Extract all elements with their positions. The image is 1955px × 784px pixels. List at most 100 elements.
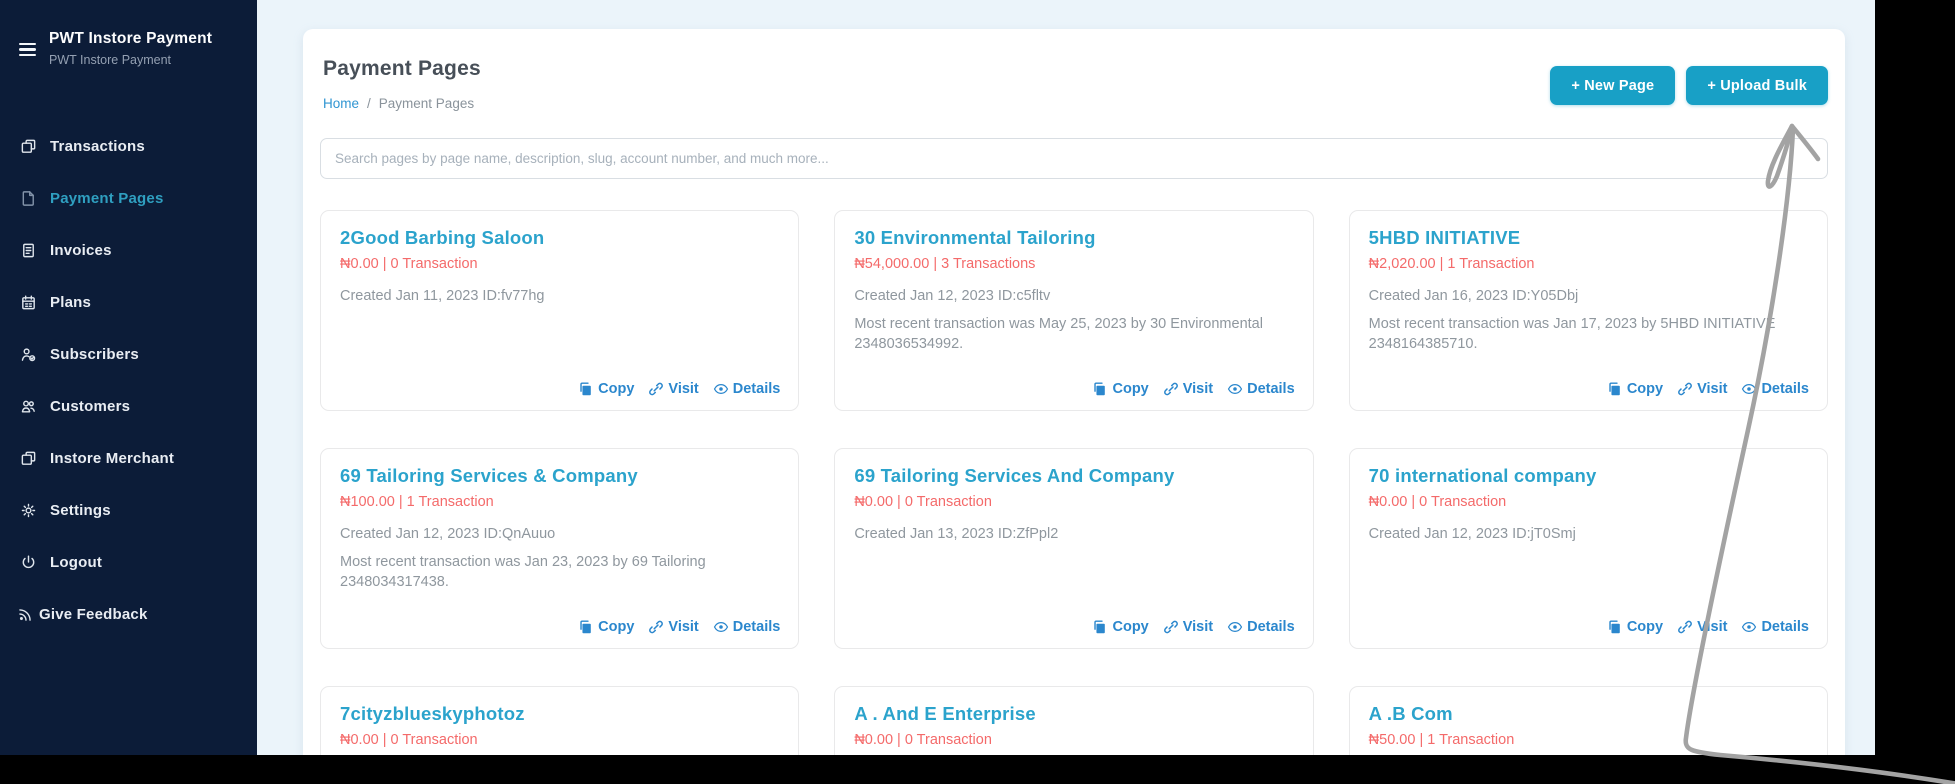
card-title[interactable]: 7cityzblueskyphotoz (340, 703, 780, 725)
details-action[interactable]: Details (1741, 619, 1809, 635)
eye-icon (1741, 381, 1757, 397)
sidebar-item-customers[interactable]: Customers (0, 381, 257, 433)
copy-action-label: Copy (1626, 381, 1664, 397)
payment-page-card: 30 Environmental Tailoring ₦54,000.00 | 3… (834, 210, 1314, 411)
sidebar-item-label: Give Feedback (39, 606, 148, 624)
hamburger-menu-icon[interactable] (19, 41, 36, 57)
link-icon (648, 381, 664, 397)
copy-action[interactable]: Copy (1607, 619, 1663, 635)
details-action[interactable]: Details (1741, 381, 1809, 397)
copy-action[interactable]: Copy (1607, 381, 1663, 397)
sidebar-item-instore-merchant[interactable]: Instore Merchant (0, 433, 257, 485)
card-title[interactable]: 30 Environmental Tailoring (854, 227, 1294, 249)
invoice-icon (20, 242, 37, 259)
header-buttons: + New Page + Upload Bulk (1550, 66, 1828, 105)
sidebar-item-logout[interactable]: Logout (0, 537, 257, 589)
eye-icon (1227, 381, 1243, 397)
sidebar-item-label: Invoices (50, 242, 112, 260)
link-icon (1677, 619, 1693, 635)
payment-page-card: 7cityzblueskyphotoz ₦0.00 | 0 Transaction… (320, 686, 800, 755)
visit-action-label: Visit (1697, 381, 1728, 397)
sidebar-item-label: Logout (50, 554, 103, 572)
card-stats: ₦0.00 | 0 Transaction (854, 732, 992, 748)
new-page-button[interactable]: + New Page (1550, 66, 1676, 105)
sidebar-item-give-feedback[interactable]: Give Feedback (0, 589, 257, 641)
card-title[interactable]: 69 Tailoring Services And Company (854, 465, 1294, 487)
details-action[interactable]: Details (1227, 381, 1295, 397)
card-actions: Copy Visit Details (854, 619, 1295, 635)
screen: PWT Instore Payment PWT Instore Payment … (0, 0, 1955, 784)
payment-page-card: 69 Tailoring Services And Company ₦0.00 |… (834, 448, 1314, 649)
visit-action[interactable]: Visit (1163, 381, 1213, 397)
brand-text: PWT Instore Payment PWT Instore Payment (49, 30, 212, 67)
breadcrumb-home-link[interactable]: Home (323, 96, 359, 111)
gear-icon (20, 502, 37, 519)
details-action[interactable]: Details (713, 619, 780, 635)
sidebar-item-payment-pages[interactable]: Payment Pages (0, 173, 257, 225)
card-created: Created Jan 11, 2023 ID:fv77hg (340, 288, 545, 304)
sidebar-item-subscribers[interactable]: Subscribers (0, 329, 257, 381)
sidebar-item-label: Customers (50, 398, 131, 416)
search-input[interactable] (320, 138, 1828, 179)
details-action[interactable]: Details (1227, 619, 1295, 635)
sidebar-item-invoices[interactable]: Invoices (0, 225, 257, 277)
panel-header: Payment Pages Home / Payment Pages + New… (320, 49, 1828, 111)
visit-action[interactable]: Visit (1677, 619, 1727, 635)
card-actions: Copy Visit Details (340, 619, 780, 635)
copy-action-label: Copy (1626, 619, 1664, 635)
copy-action[interactable]: Copy (1092, 381, 1149, 397)
card-stats: ₦50.00 | 1 Transaction (1368, 732, 1515, 748)
payment-pages-grid: 2Good Barbing Saloon ₦0.00 | 0 Transactio… (320, 210, 1828, 755)
card-title[interactable]: 69 Tailoring Services & Company (340, 465, 780, 487)
sidebar-item-label: Payment Pages (50, 190, 164, 208)
card-stats: ₦2,020.00 | 1 Transaction (1368, 256, 1535, 272)
card-title[interactable]: 2Good Barbing Saloon (340, 227, 780, 249)
copy-action[interactable]: Copy (1092, 619, 1149, 635)
eye-icon (713, 619, 729, 635)
eye-icon (713, 381, 729, 397)
breadcrumb: Home / Payment Pages (323, 96, 481, 111)
card-stats: ₦0.00 | 0 Transaction (340, 732, 478, 748)
feed-icon (17, 606, 34, 623)
card-actions: Copy Visit Details (1369, 381, 1809, 397)
card-stats: ₦54,000.00 | 3 Transactions (854, 256, 1036, 272)
copy-action[interactable]: Copy (578, 381, 634, 397)
details-action[interactable]: Details (713, 381, 780, 397)
card-title[interactable]: 5HBD INITIATIVE (1369, 227, 1809, 249)
card-actions: Copy Visit Details (340, 381, 780, 397)
sidebar: PWT Instore Payment PWT Instore Payment … (0, 0, 257, 755)
payment-page-card: A . And E Enterprise ₦0.00 | 0 Transactio… (834, 686, 1314, 755)
link-icon (1163, 381, 1179, 397)
visit-action[interactable]: Visit (1677, 381, 1727, 397)
page-title: Payment Pages (323, 57, 481, 80)
payment-pages-panel: Payment Pages Home / Payment Pages + New… (303, 29, 1845, 755)
copy-icon (1092, 619, 1108, 635)
page-icon (20, 190, 37, 207)
visit-action[interactable]: Visit (648, 619, 699, 635)
visit-action-label: Visit (668, 381, 699, 397)
card-stats: ₦0.00 | 0 Transaction (854, 494, 992, 510)
card-stats: ₦100.00 | 1 Transaction (340, 494, 494, 510)
search-row (320, 138, 1828, 179)
app-title: PWT Instore Payment (49, 30, 213, 47)
visit-action[interactable]: Visit (1163, 619, 1213, 635)
sidebar-item-settings[interactable]: Settings (0, 485, 257, 537)
copy-action[interactable]: Copy (578, 619, 634, 635)
payment-page-card: 2Good Barbing Saloon ₦0.00 | 0 Transactio… (320, 210, 800, 411)
card-title[interactable]: A . And E Enterprise (854, 703, 1294, 725)
calendar-icon (20, 294, 37, 311)
upload-bulk-button[interactable]: + Upload Bulk (1686, 66, 1828, 105)
copy-action-label: Copy (598, 381, 635, 397)
copy-icon (578, 381, 594, 397)
details-action-label: Details (1247, 381, 1295, 397)
copy-icon (1607, 381, 1623, 397)
card-title[interactable]: 70 international company (1369, 465, 1809, 487)
payment-page-card: A .B Com₦50.00 | 1 TransactionCopyVisitD… (1348, 686, 1828, 755)
sidebar-item-plans[interactable]: Plans (0, 277, 257, 329)
visit-action[interactable]: Visit (648, 381, 699, 397)
card-title[interactable]: A .B Com (1369, 703, 1809, 725)
card-created: Created Jan 16, 2023 ID:Y05Dbj (1368, 288, 1579, 304)
card-recent-transaction: Most recent transaction was Jan 23, 2023… (340, 554, 706, 591)
link-icon (648, 619, 664, 635)
sidebar-item-transactions[interactable]: Transactions (0, 121, 257, 173)
